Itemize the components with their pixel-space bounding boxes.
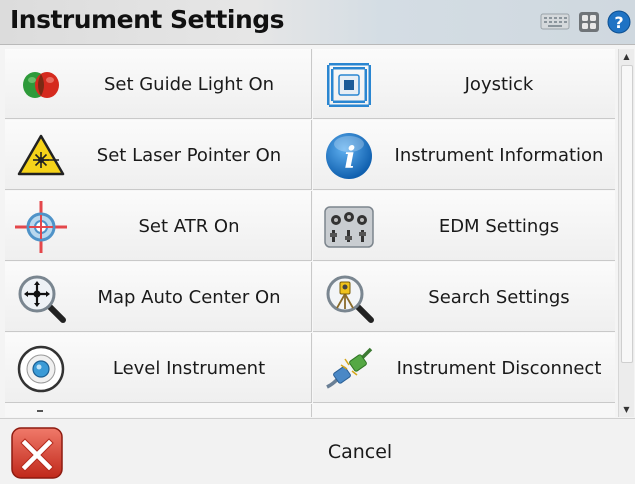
laser-warning-icon: [17, 134, 65, 176]
tile-instrument-information[interactable]: i Instrument Information: [313, 120, 615, 190]
svg-text:?: ?: [614, 13, 623, 32]
tile-joystick[interactable]: Joystick: [313, 49, 615, 119]
tile-label: Joystick: [464, 73, 534, 95]
scroll-thumb[interactable]: [621, 65, 633, 363]
settings-grid: Set Guide Light On Joystick Set Laser Po…: [5, 49, 615, 417]
tile-level-instrument[interactable]: Level Instrument: [5, 333, 312, 403]
tile-label: Set Laser Pointer On: [96, 144, 282, 166]
tile-edm-settings[interactable]: EDM Settings: [313, 191, 615, 261]
svg-text:i: i: [344, 141, 355, 176]
tile-instrument-disconnect[interactable]: Instrument Disconnect: [313, 333, 615, 403]
tile-partial[interactable]: [5, 404, 312, 417]
tile-search-settings[interactable]: Search Settings: [313, 262, 615, 332]
tile-guide-light[interactable]: Set Guide Light On: [5, 49, 312, 119]
atr-target-icon: [15, 201, 67, 253]
level-bubble-icon: [17, 345, 65, 393]
map-center-magnifier-icon: [18, 275, 66, 323]
window-title: Instrument Settings: [10, 5, 285, 34]
tile-label: Instrument Disconnect: [396, 357, 602, 379]
keyboard-icon[interactable]: [540, 12, 570, 31]
disconnect-plug-icon: [326, 347, 373, 389]
tile-laser-pointer[interactable]: Set Laser Pointer On: [5, 120, 312, 190]
scroll-up-arrow-icon[interactable]: ▲: [619, 49, 634, 64]
vertical-scrollbar[interactable]: ▲ ▼: [618, 49, 634, 417]
partial-icon-fragment: [37, 410, 43, 412]
tile-label: Instrument Information: [394, 144, 604, 166]
tile-partial[interactable]: [313, 404, 615, 417]
help-icon[interactable]: ?: [607, 10, 631, 34]
tile-label: Level Instrument: [112, 357, 266, 379]
cancel-button[interactable]: Cancel: [320, 419, 400, 484]
tile-label: Set Guide Light On: [103, 73, 275, 95]
joystick-icon: [327, 63, 371, 107]
tile-atr[interactable]: Set ATR On: [5, 191, 312, 261]
edm-settings-icon: [324, 206, 374, 248]
grid-icon[interactable]: [578, 11, 600, 33]
scroll-down-arrow-icon[interactable]: ▼: [619, 402, 634, 417]
tile-label: EDM Settings: [438, 215, 560, 237]
tile-label: Search Settings: [428, 286, 570, 308]
title-bar: Instrument Settings ?: [0, 0, 635, 45]
bottom-bar: Cancel: [0, 418, 635, 484]
tile-map-auto-center[interactable]: Map Auto Center On: [5, 262, 312, 332]
guide-light-icon: [23, 72, 59, 98]
cancel-x-icon[interactable]: [10, 426, 64, 480]
info-icon: i: [326, 133, 372, 179]
search-magnifier-icon: [326, 275, 374, 323]
tile-label: Set ATR On: [138, 215, 240, 237]
tile-label: Map Auto Center On: [97, 286, 281, 308]
